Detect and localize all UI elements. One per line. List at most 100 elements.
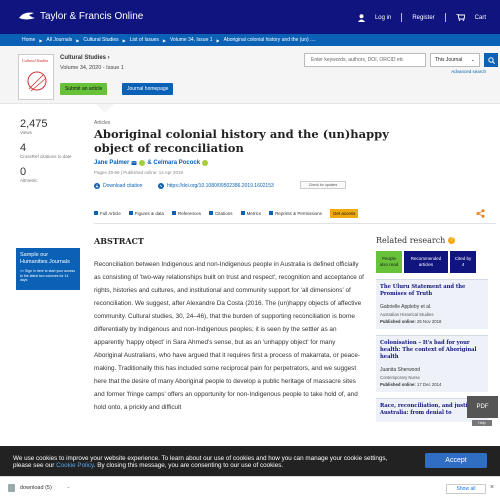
chevron-right-icon: ▶	[162, 37, 166, 43]
related-journal: Australian Historical Studies	[380, 312, 434, 317]
chevron-right-icon: ▶	[216, 37, 220, 43]
breadcrumb-home[interactable]: Home	[22, 37, 35, 43]
crossref-count: 4	[20, 142, 27, 154]
submit-article-button[interactable]: Submit an article	[60, 83, 108, 95]
ad-subtext: >> Sign in here to start your access to …	[20, 269, 76, 282]
article-authors: Jane Palmer & Celmara Pocock	[94, 160, 209, 166]
user-icon	[357, 13, 365, 22]
article-pages: Pages 49-69 | Published online: 14 Apr 2…	[94, 170, 183, 175]
doi-label: https://doi.org/10.1080/09502386.2019.16…	[167, 183, 274, 189]
abstract-heading: ABSTRACT	[94, 236, 144, 246]
search-scope-select[interactable]: This Journal ⌄	[430, 53, 480, 67]
download-citation-label: Download citation	[103, 183, 143, 189]
related-card[interactable]: The Uluru Statement and the Promises of …	[376, 279, 488, 329]
show-all-button[interactable]: Show all	[446, 484, 486, 494]
search-icon	[487, 56, 495, 64]
register-link[interactable]: Register	[412, 15, 434, 21]
journal-title[interactable]: Cultural Studies ›	[60, 55, 110, 61]
download-filename: download (5)	[20, 485, 52, 491]
citations-icon	[209, 211, 214, 215]
article-metrics: 2,475 Views 4 CrossRef citations to date…	[20, 118, 80, 190]
accept-cookies-button[interactable]: Accept	[425, 453, 487, 468]
author-link[interactable]: Jane Palmer	[94, 160, 129, 166]
related-author: Gabrielle Appleby et al.	[380, 304, 432, 310]
figures-icon	[128, 211, 133, 215]
article-tabs: Full Article Figures & data References C…	[94, 206, 494, 220]
download-citation-link[interactable]: Download citation	[94, 183, 142, 189]
journal-homepage-button[interactable]: Journal homepage	[122, 83, 174, 95]
ad-headline: Sample our Humanities Journals	[20, 252, 70, 265]
orcid-icon[interactable]	[139, 160, 146, 166]
abstract-text: Reconciliation between Indigenous and no…	[94, 261, 364, 411]
reprints-icon	[269, 211, 274, 215]
check-for-updates-badge[interactable]: Check for updates	[300, 181, 346, 189]
nav-divider	[444, 13, 446, 22]
related-card[interactable]: Colonisation – It's bad for your health:…	[376, 335, 488, 392]
downloads-bar: download (5) ⌃ Show all ×	[0, 476, 500, 500]
chevron-down-icon: ⌄	[470, 57, 475, 63]
article-title: Aboriginal colonial history and the (un)…	[94, 127, 389, 155]
related-tabs: People also read Recommended articles Ci…	[376, 251, 500, 273]
tab-cited-by[interactable]: Cited by 4	[450, 251, 476, 273]
humanities-ad[interactable]: Sample our Humanities Journals >> Sign i…	[16, 248, 80, 290]
abstract-body: Reconciliation between Indigenous and no…	[94, 258, 364, 414]
help-tab[interactable]: Help	[472, 420, 492, 426]
help-icon[interactable]: ?	[448, 237, 456, 244]
search-button[interactable]	[484, 53, 498, 67]
cookie-banner: We use cookies to improve your website e…	[0, 446, 500, 476]
tab-full-article[interactable]: Full Article	[94, 211, 121, 216]
breadcrumb-all-journals[interactable]: All Journals	[46, 37, 72, 43]
related-title[interactable]: Colonisation – It's bad for your health:…	[380, 340, 484, 361]
related-title[interactable]: The Uluru Statement and the Promises of …	[380, 284, 484, 298]
logo-icon	[19, 12, 35, 20]
header-pointer	[96, 104, 114, 113]
doi-link[interactable]: https://doi.org/10.1080/09502386.2019.16…	[158, 183, 274, 189]
tab-figures[interactable]: Figures & data	[128, 211, 164, 216]
chevron-up-icon[interactable]: ⌃	[67, 486, 70, 491]
login-link[interactable]: Log in	[375, 15, 391, 21]
chevron-right-icon: ▶	[122, 37, 126, 43]
cover-title: Cultural Studies	[22, 58, 49, 63]
link-icon	[158, 183, 164, 189]
breadcrumb-issue[interactable]: Volume 34, Issue 1	[170, 37, 213, 43]
related-published: Published online: 17 Dec 2014	[380, 382, 442, 387]
author-link[interactable]: & Celmara Pocock	[147, 160, 200, 166]
search-input[interactable]: Enter keywords, authors, DOI, ORCID etc	[304, 53, 426, 67]
share-icon[interactable]	[476, 209, 485, 218]
download-icon	[94, 183, 100, 189]
download-item[interactable]: download (5) ⌃	[8, 484, 70, 492]
journal-volume: Volume 34, 2020 - Issue 1	[60, 65, 124, 71]
journal-cover[interactable]: Cultural Studies	[18, 54, 54, 100]
tab-reprints[interactable]: Reprints & Permissions	[269, 211, 322, 216]
cookie-policy-link[interactable]: Cookie Policy	[56, 462, 94, 469]
site-logo[interactable]: Taylor & Francis Online	[18, 10, 143, 22]
cart-icon	[455, 14, 465, 21]
related-published: Published online: 25 Nov 2018	[380, 319, 442, 324]
orcid-icon[interactable]	[202, 160, 209, 166]
pdf-button[interactable]: PDF	[467, 396, 498, 418]
advanced-search-link[interactable]: Advanced search	[451, 69, 486, 74]
related-research-heading: Related research ?	[376, 236, 500, 245]
file-icon	[8, 484, 15, 492]
close-icon[interactable]: ×	[490, 484, 494, 491]
chevron-right-icon: ▶	[39, 37, 43, 43]
tab-metrics[interactable]: Metrics	[240, 211, 261, 216]
nav-divider	[401, 13, 403, 22]
chevron-right-icon: ▶	[76, 37, 80, 43]
tab-people-also-read[interactable]: People also read	[376, 251, 402, 273]
breadcrumb: Home ▶ All Journals ▶ Cultural Studies ▶…	[0, 34, 500, 46]
check-updates-label: Check for updates	[308, 183, 338, 187]
get-access-button[interactable]: Get access	[329, 208, 359, 218]
envelope-icon[interactable]	[131, 160, 138, 166]
breadcrumb-issues[interactable]: List of Issues	[130, 37, 159, 43]
tab-references[interactable]: References	[172, 211, 201, 216]
breadcrumb-journal[interactable]: Cultural Studies	[83, 37, 118, 43]
breadcrumb-article: Aboriginal colonial history and the (un)…	[223, 37, 316, 43]
tab-citations[interactable]: Citations	[209, 211, 233, 216]
cart-link[interactable]: Cart	[475, 15, 486, 21]
tabs-divider	[94, 223, 496, 224]
cookie-text: We use cookies to improve your website e…	[13, 455, 388, 469]
tab-recommended[interactable]: Recommended articles	[404, 251, 448, 273]
related-research: Related research ? People also read Reco…	[376, 236, 500, 422]
brand-name: Taylor & Francis Online	[40, 10, 144, 22]
